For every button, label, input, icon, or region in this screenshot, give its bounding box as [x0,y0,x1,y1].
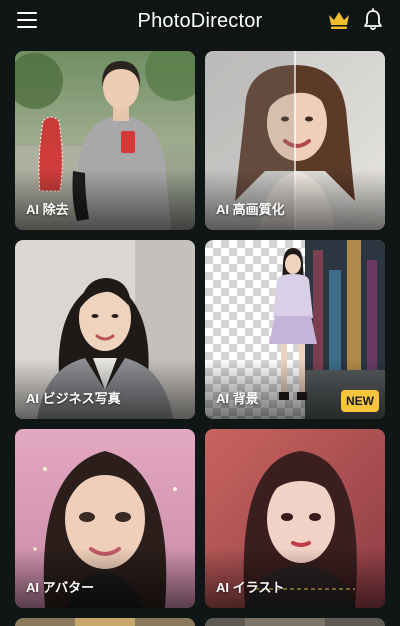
feature-label: AI イラスト [216,580,285,595]
bell-icon[interactable] [363,8,383,32]
feature-label: AI 背景 [216,391,259,406]
feature-label: AI ビジネス写真 [26,391,121,406]
feature-card-ai-background[interactable]: AI 背景 NEW [205,240,385,419]
feature-card-ai-enhance[interactable]: AI 高画質化 [205,51,385,230]
feature-label: AI アバター [26,580,95,595]
new-badge: NEW [341,390,379,412]
partial-thumbnail [205,618,385,626]
feature-card-ai-avatar[interactable]: AI アバター [15,429,195,608]
app-screen: PhotoDirector AI 除去 AI 高画質化 AI ビジネス写真 AI… [0,0,400,626]
feature-card-partial-left[interactable] [15,618,195,626]
partial-thumbnail [15,618,195,626]
crown-icon[interactable] [328,10,350,30]
feature-card-ai-remove[interactable]: AI 除去 [15,51,195,230]
feature-label: AI 高画質化 [216,202,285,217]
top-bar: PhotoDirector [0,0,400,42]
hamburger-menu-icon[interactable] [17,12,37,28]
feature-card-partial-right[interactable] [205,618,385,626]
app-title: PhotoDirector [137,9,263,32]
feature-card-ai-illustration[interactable]: AI イラスト [205,429,385,608]
feature-label: AI 除去 [26,202,69,217]
feature-card-ai-business-photo[interactable]: AI ビジネス写真 [15,240,195,419]
